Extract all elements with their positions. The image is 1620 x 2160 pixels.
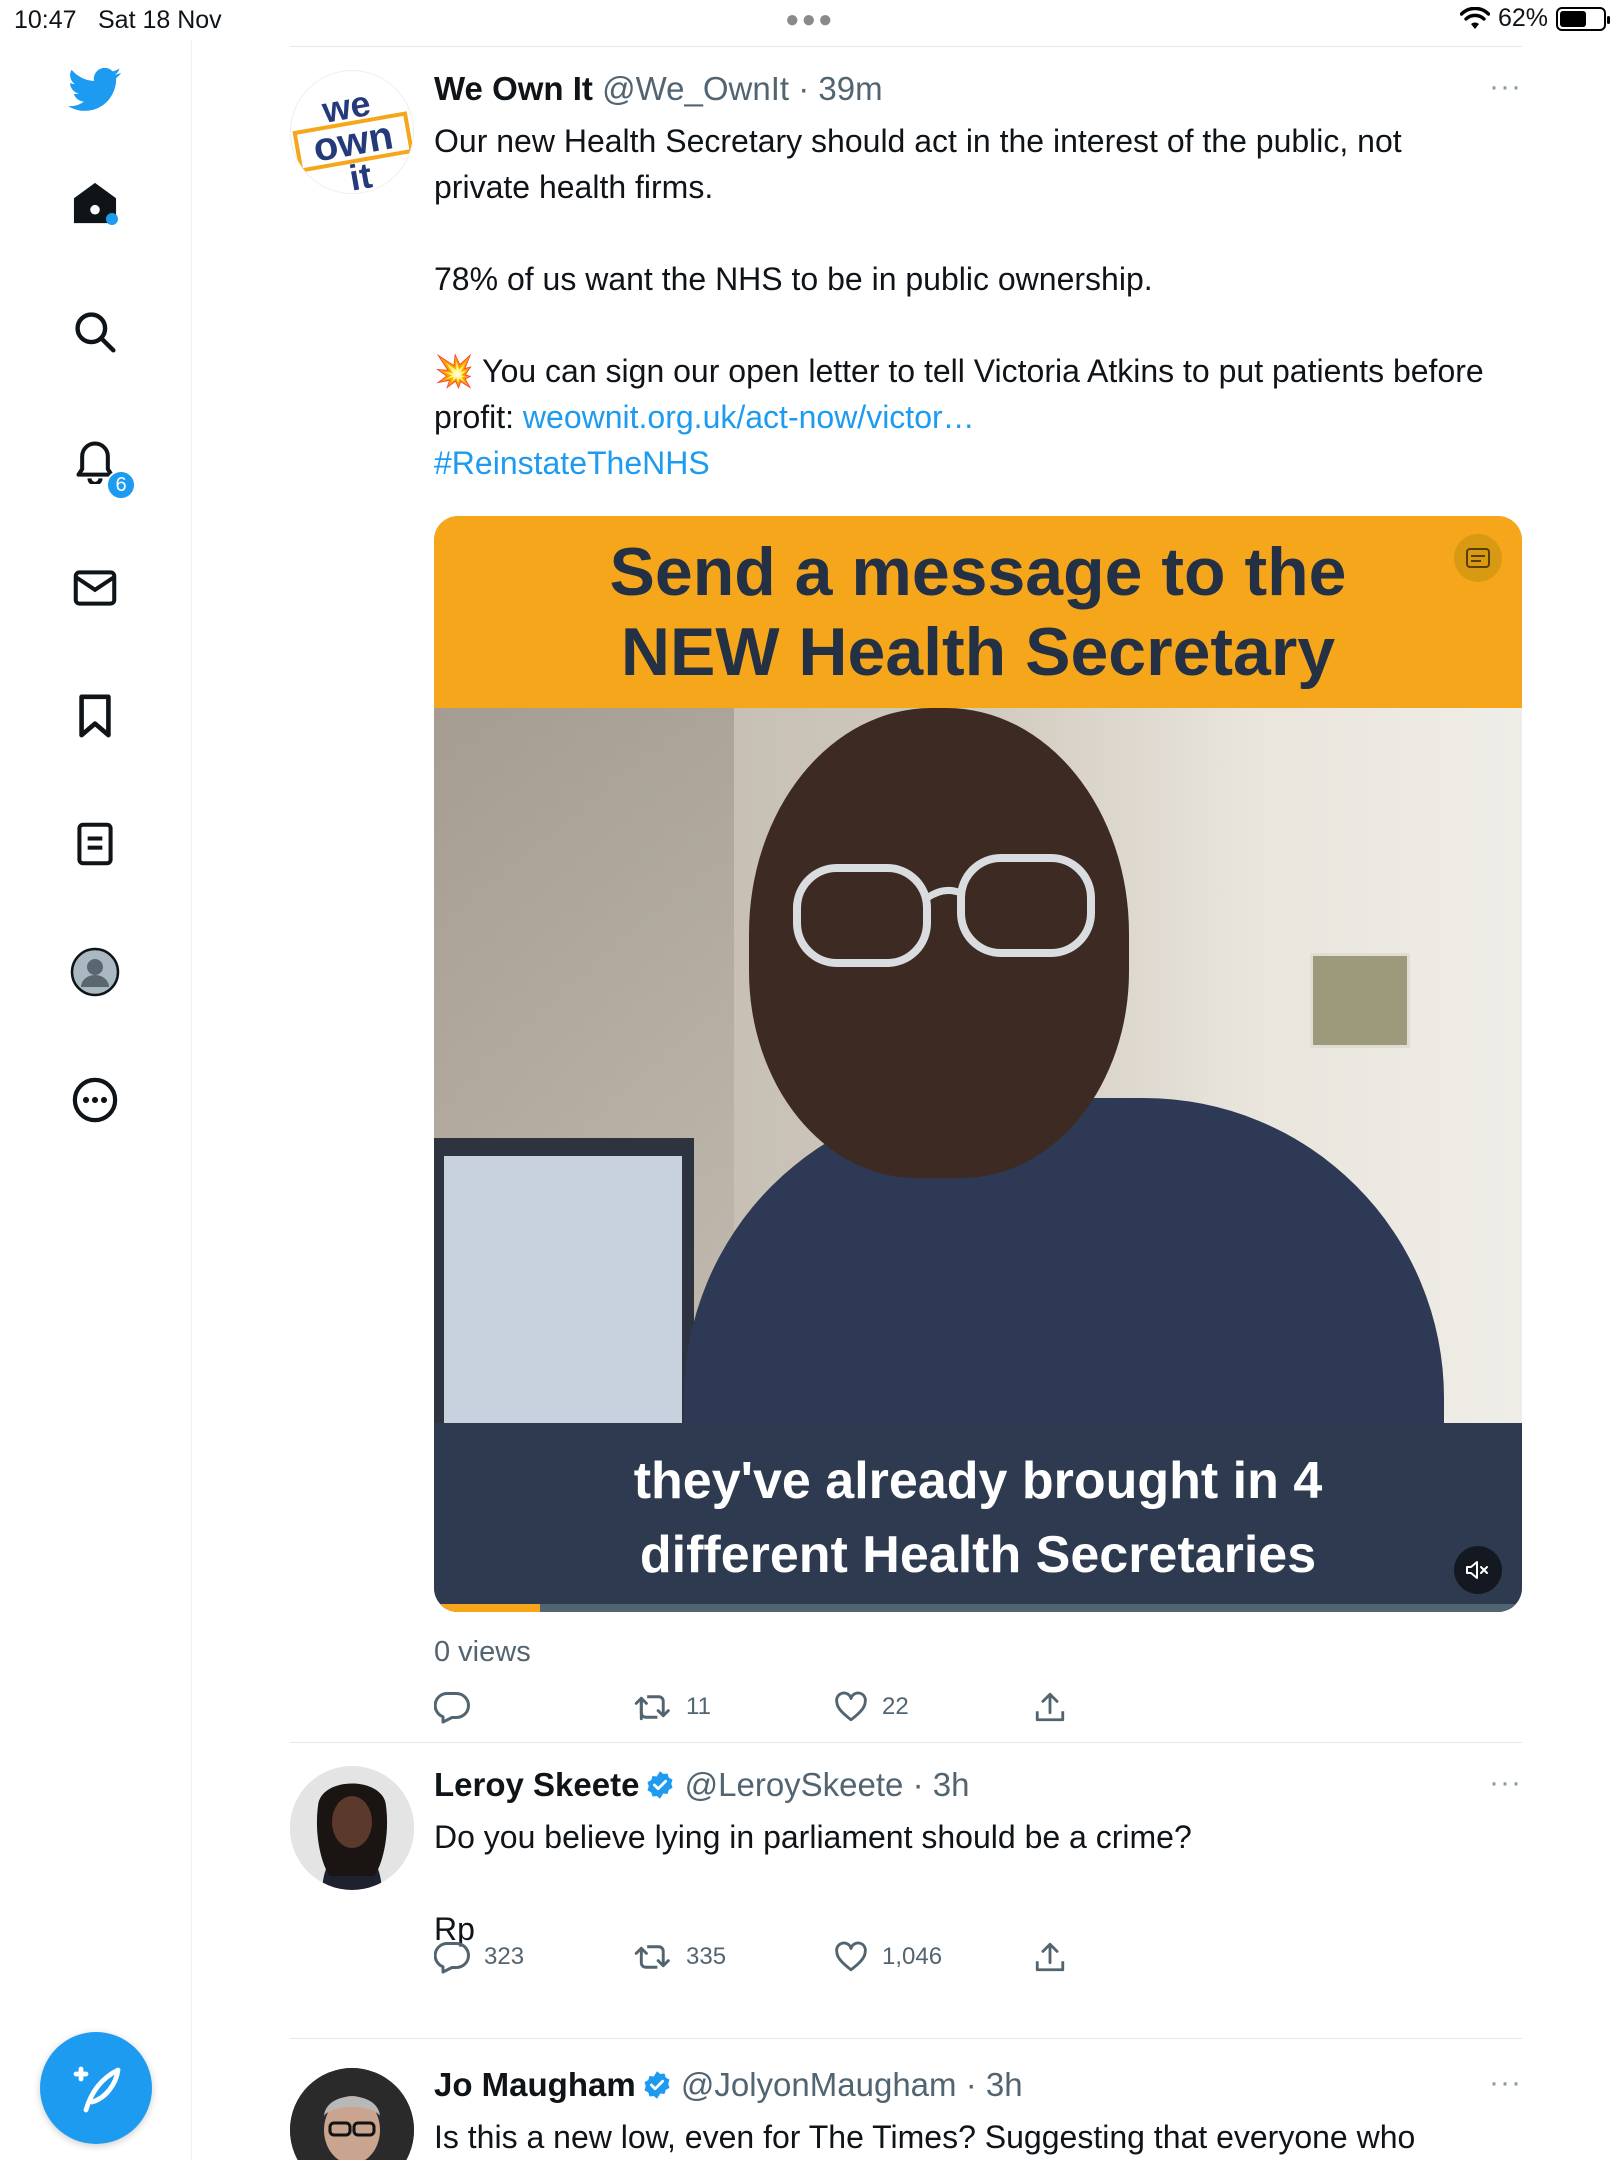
status-right: 62% xyxy=(1459,4,1610,33)
captions-icon[interactable] xyxy=(1454,534,1502,582)
compose-feather-icon xyxy=(73,2066,121,2113)
tweet-header: Jo Maugham @JolyonMaugham · 3h xyxy=(434,2066,1023,2104)
more-options-icon[interactable]: ··· xyxy=(1489,1766,1522,1800)
video-person-shirt xyxy=(684,1098,1444,1438)
video-background-photo xyxy=(1310,953,1410,1048)
multitask-dots-icon[interactable]: ●●● xyxy=(785,6,835,34)
video-subtitle-line: different Health Secretaries xyxy=(639,1525,1317,1584)
reply-button[interactable] xyxy=(434,1690,634,1724)
share-button[interactable] xyxy=(1034,1940,1234,1974)
like-button[interactable]: 1,046 xyxy=(834,1940,1034,1974)
retweet-count: 11 xyxy=(686,1693,711,1720)
more-options-icon[interactable]: ··· xyxy=(1489,70,1522,104)
tweet-link[interactable]: weownit.org.uk/act-now/victor… xyxy=(523,399,975,435)
tweet-paragraph: Our new Health Secretary should act in t… xyxy=(434,123,1402,205)
author-name[interactable]: We Own It xyxy=(434,70,593,107)
reply-count: 323 xyxy=(484,1943,525,1970)
tweet-text: Do you believe lying in parliament shoul… xyxy=(434,1814,1504,1952)
tweet-paragraph: Is this a new low, even for The Times? S… xyxy=(434,2119,1416,2155)
video-subtitle: they've already brought in 4 different H… xyxy=(434,1423,1522,1612)
share-button[interactable] xyxy=(1034,1690,1234,1724)
compose-tweet-button[interactable] xyxy=(40,2032,152,2144)
twitter-bird-icon[interactable] xyxy=(65,60,125,120)
tweet-text: Is this a new low, even for The Times? S… xyxy=(434,2114,1504,2160)
video-progress-fill xyxy=(434,1604,540,1612)
share-icon xyxy=(1035,1942,1065,1972)
messages-mail-icon[interactable] xyxy=(65,558,125,618)
notifications-badge: 6 xyxy=(106,470,136,500)
more-options-icon[interactable]: ··· xyxy=(1489,2066,1522,2100)
reply-button[interactable]: 323 xyxy=(434,1940,634,1974)
video-title-line: Send a message to the xyxy=(609,534,1347,610)
retweet-icon xyxy=(634,1945,670,1969)
status-bar: 10:47 Sat 18 Nov ●●● 62% xyxy=(0,0,1620,40)
battery-percent: 62% xyxy=(1497,4,1548,32)
heart-icon xyxy=(835,1941,867,1972)
author-handle[interactable]: @JolyonMaugham xyxy=(681,2066,957,2103)
like-count: 1,046 xyxy=(882,1943,943,1970)
tweet-time[interactable]: · 3h xyxy=(966,2066,1023,2103)
tweet-actions: 323 335 1,046 xyxy=(434,1940,1234,1974)
video-title-banner: Send a message to the NEW Health Secreta… xyxy=(434,516,1522,708)
status-date: Sat 18 Nov xyxy=(98,6,222,34)
verified-badge-icon xyxy=(647,1771,673,1799)
battery-icon xyxy=(1556,6,1610,31)
video-title-line: NEW Health Secretary xyxy=(620,614,1336,690)
status-time: 10:47 xyxy=(14,6,77,34)
reply-icon xyxy=(434,1941,470,1974)
search-icon[interactable] xyxy=(65,302,125,362)
tweet-actions: 11 22 xyxy=(434,1690,1234,1724)
like-count: 22 xyxy=(882,1693,909,1720)
tweet[interactable]: Leroy Skeete @LeroySkeete · 3h ··· Do yo… xyxy=(290,1742,1522,2037)
sidebar: 6 xyxy=(0,40,192,2160)
tweet-header: Leroy Skeete @LeroySkeete · 3h xyxy=(434,1766,969,1804)
tweet[interactable]: Jo Maugham @JolyonMaugham · 3h ··· Is th… xyxy=(290,2038,1522,2160)
view-count: 0 views xyxy=(434,1636,531,1668)
like-button[interactable]: 22 xyxy=(834,1690,1034,1724)
retweet-button[interactable]: 11 xyxy=(634,1690,834,1724)
share-icon xyxy=(1035,1692,1065,1722)
video-frame-image xyxy=(434,708,1522,1438)
home-icon[interactable] xyxy=(65,173,125,233)
avatar-leroy-skeete[interactable] xyxy=(290,1766,414,1890)
tweet[interactable]: we own it We Own It @We_OwnIt · 39m ··· … xyxy=(290,46,1522,1741)
author-name[interactable]: Leroy Skeete xyxy=(434,1766,639,1803)
profile-avatar-icon[interactable] xyxy=(65,942,125,1002)
battery-fill xyxy=(1560,10,1586,27)
video-progress-track[interactable] xyxy=(434,1604,1522,1612)
author-handle[interactable]: @We_OwnIt xyxy=(602,70,789,107)
author-name[interactable]: Jo Maugham xyxy=(434,2066,636,2103)
heart-icon xyxy=(835,1691,867,1722)
collision-emoji-icon: 💥 xyxy=(434,353,474,389)
mute-speaker-icon[interactable] xyxy=(1454,1546,1502,1594)
tweet-paragraph: 💥 You can sign our open letter to tell V… xyxy=(434,348,1504,440)
video-subtitle-line: they've already brought in 4 xyxy=(633,1451,1323,1510)
home-new-dot xyxy=(106,213,118,225)
tweet-time[interactable]: · 39m xyxy=(798,70,882,107)
tweet-paragraph: Do you believe lying in parliament shoul… xyxy=(434,1819,1192,1855)
avatar-we-own-it[interactable]: we own it xyxy=(290,70,414,194)
video-player[interactable]: Send a message to the NEW Health Secreta… xyxy=(434,516,1522,1612)
wifi-icon xyxy=(1459,6,1490,29)
tweet-time[interactable]: · 3h xyxy=(913,1766,970,1803)
more-circle-icon[interactable] xyxy=(65,1070,125,1130)
lists-icon[interactable] xyxy=(65,814,125,874)
tweet-text: Our new Health Secretary should act in t… xyxy=(434,118,1504,486)
reply-icon xyxy=(434,1691,470,1724)
avatar-jo-maugham[interactable] xyxy=(290,2068,414,2160)
video-person-glasses xyxy=(793,854,1095,967)
tweet-header: We Own It @We_OwnIt · 39m xyxy=(434,70,883,108)
hashtag-link[interactable]: #ReinstateTheNHS xyxy=(434,445,710,481)
retweet-count: 335 xyxy=(686,1943,727,1970)
author-handle[interactable]: @LeroySkeete xyxy=(685,1766,904,1803)
tweet-paragraph: 78% of us want the NHS to be in public o… xyxy=(434,261,1153,297)
verified-badge-icon xyxy=(644,2071,670,2099)
retweet-icon xyxy=(634,1695,670,1721)
video-background-monitor xyxy=(434,1138,694,1423)
retweet-button[interactable]: 335 xyxy=(634,1940,834,1974)
bookmark-icon[interactable] xyxy=(65,686,125,746)
